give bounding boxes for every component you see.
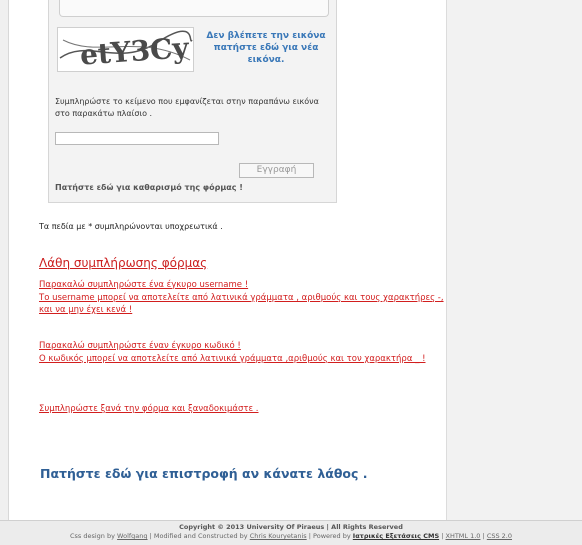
password-error-message: Παρακαλώ συμπληρώστε έναν έγκυρο κωδικό … [39,341,241,351]
register-button[interactable]: Εγγραφή [239,163,314,178]
xhtml-link[interactable]: XHTML 1.0 [446,532,481,540]
css-design-prefix: Css design by [69,532,115,540]
powered-prefix: | Powered by [308,532,351,540]
required-fields-note: Τα πεδία με * συμπληρώνονται υποχρεωτικά… [39,222,223,231]
previous-field-bottom [59,0,329,17]
footer-separator-1: | [441,532,444,540]
main-content: etY3Cy Δεν βλέπετε την εικόνα πατήστε εδ… [9,0,446,520]
username-error-message: Παρακαλώ συμπληρώστε ένα έγκυρο username… [39,280,249,290]
css-design-author-link[interactable]: Wolfgang [117,532,147,540]
retry-message: Συμπληρώστε ξανά την φόρμα και ξαναδοκιμ… [39,404,259,414]
left-border [0,0,9,520]
footer-credits: Css design by Wolfgang | Modified and Co… [0,532,582,540]
footer-copyright: Copyright © 2013 University Of Piraeus |… [179,523,403,531]
captcha-graphic: etY3Cy [59,30,193,71]
username-error: Παρακαλώ συμπληρώστε ένα έγκυρο username… [39,279,449,317]
captcha-input[interactable] [55,132,219,145]
modified-prefix: | Modified and Constructed by [149,532,248,540]
modified-author-link[interactable]: Chris Kouryetanis [250,532,307,540]
powered-by-link[interactable]: Ιατρικές Εξετάσεις CMS [353,532,439,540]
right-sidebar [446,0,582,520]
username-rule-message: Το username μπορεί να αποτελείτε από λατ… [39,292,444,316]
errors-heading: Λάθη συμπλήρωσης φόρμας [39,256,208,270]
page-footer: Copyright © 2013 University Of Piraeus |… [0,520,582,545]
go-back-link[interactable]: Πατήστε εδώ για επιστροφή αν κάνατε λάθο… [40,466,368,481]
password-error: Παρακαλώ συμπληρώστε έναν έγκυρο κωδικό … [39,340,449,365]
css-link[interactable]: CSS 2.0 [487,532,512,540]
footer-separator-2: | [482,532,485,540]
captcha-text: etY3Cy [79,31,191,71]
registration-form-box: etY3Cy Δεν βλέπετε την εικόνα πατήστε εδ… [48,0,337,203]
reset-form-link[interactable]: Πατήστε εδώ για καθαρισμό της φόρμας ! [55,183,243,192]
refresh-captcha-link[interactable]: Δεν βλέπετε την εικόνα πατήστε εδώ για ν… [201,30,331,66]
password-rule-message: Ο κωδικός μπορεί να αποτελείτε από λατιν… [39,353,426,364]
captcha-instruction: Συμπληρώστε το κείμενο που εμφανίζεται σ… [55,97,319,118]
captcha-image: etY3Cy [57,27,194,72]
